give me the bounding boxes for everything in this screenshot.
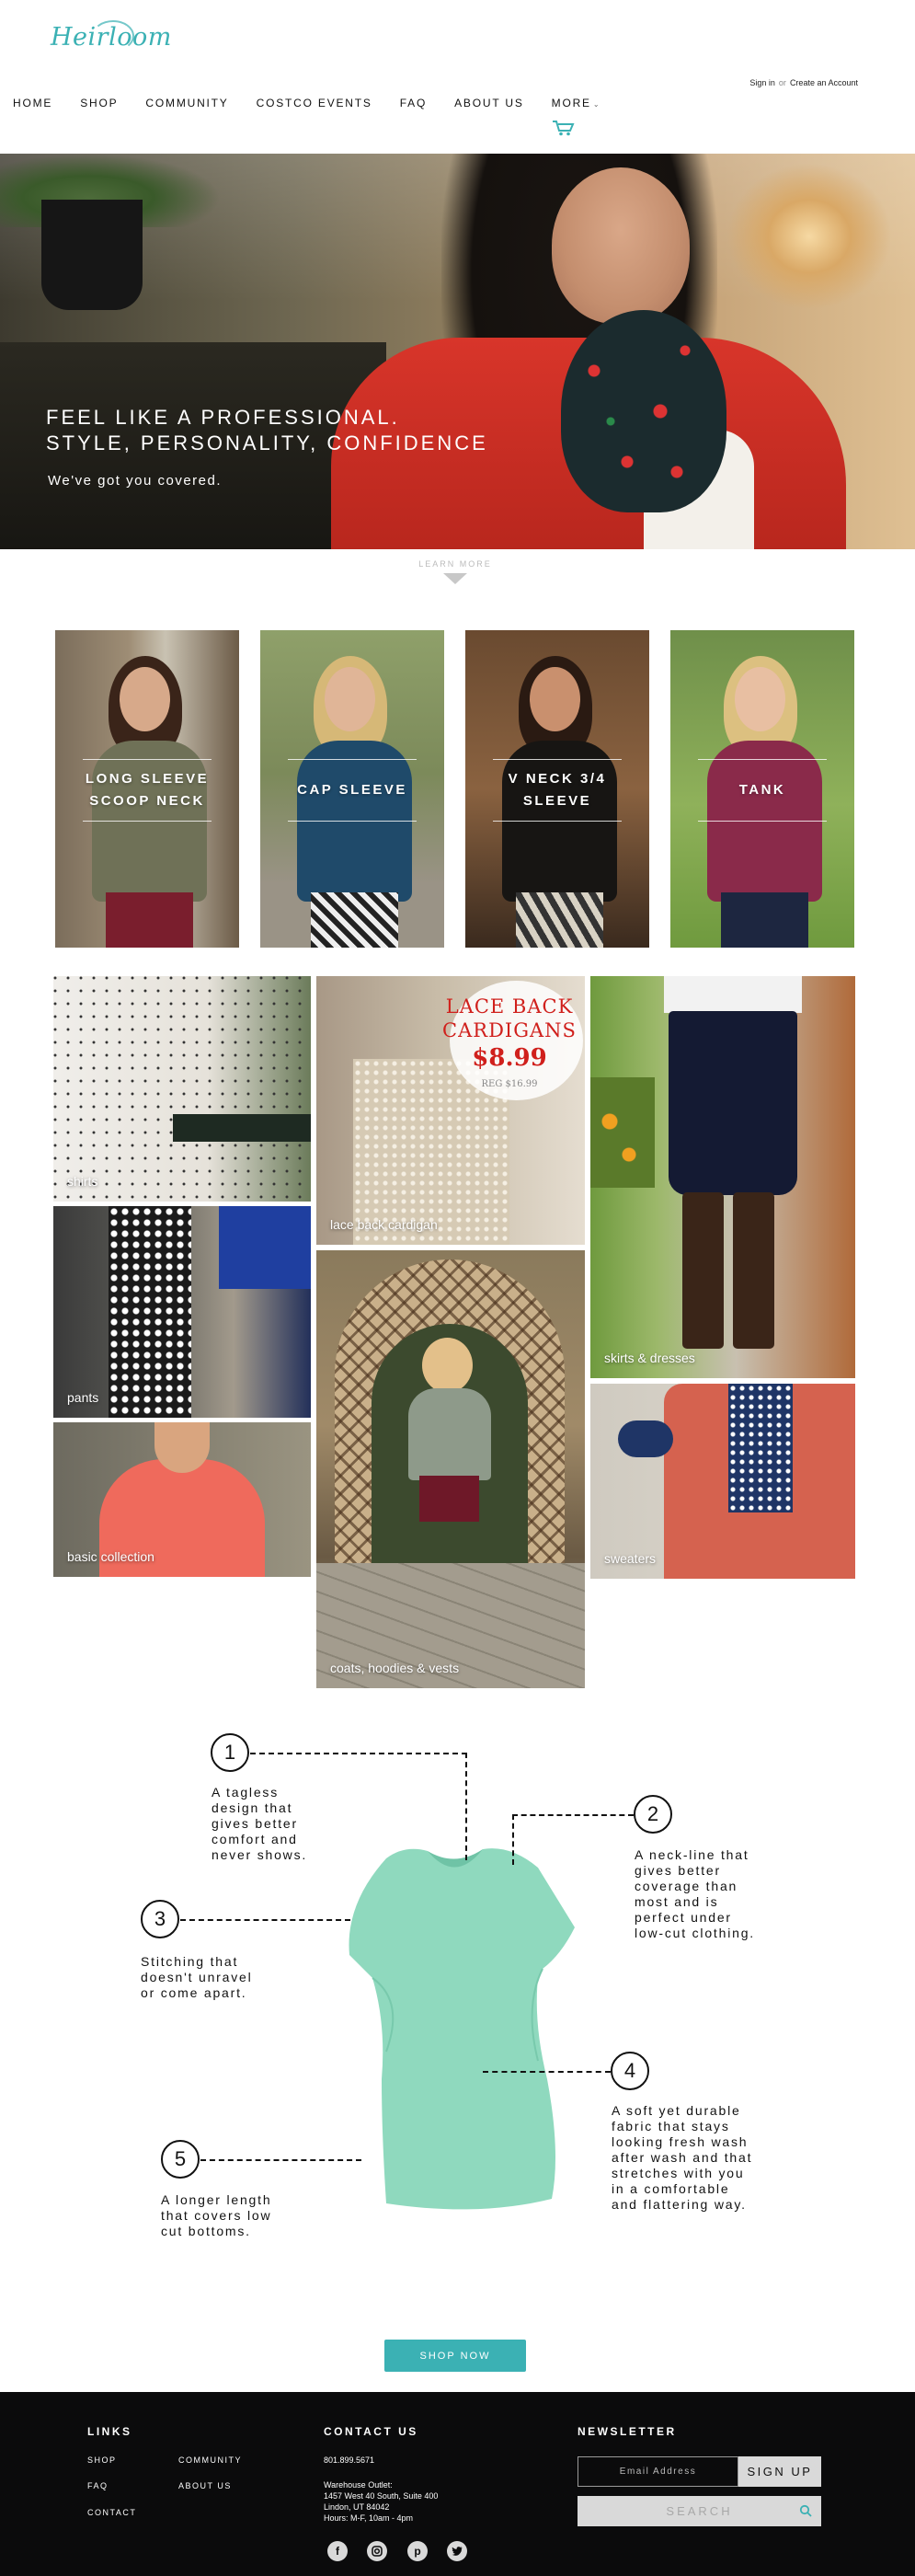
style-tile-tank[interactable]: TANK	[670, 630, 854, 948]
footer-links-heading: LINKS	[87, 2425, 132, 2438]
feature-text-3: Stitching that doesn't unravel or come a…	[141, 1954, 253, 2000]
footer-hours: Hours: M-F, 10am - 4pm	[324, 2513, 414, 2523]
newsletter-email-input[interactable]: Email Address	[578, 2456, 738, 2487]
main-nav: HOME SHOP COMMUNITY COSTCO EVENTS FAQ AB…	[13, 97, 628, 109]
sign-in-link[interactable]: Sign in	[749, 78, 775, 87]
category-label: pants	[67, 1390, 99, 1405]
facebook-icon[interactable]: f	[327, 2541, 348, 2561]
category-label: skirts & dresses	[604, 1351, 695, 1365]
feature-number-5: 5	[161, 2140, 200, 2179]
search-icon[interactable]	[799, 2504, 812, 2517]
category-coats-hoodies-vests[interactable]: coats, hoodies & vests	[316, 1250, 585, 1688]
category-basic-collection[interactable]: basic collection	[53, 1422, 311, 1577]
footer-link-about-us[interactable]: ABOUT US	[178, 2481, 232, 2490]
category-sweaters[interactable]: sweaters	[590, 1384, 855, 1579]
hero-subheadline: We've got you covered.	[48, 473, 223, 489]
instagram-icon[interactable]	[367, 2541, 387, 2561]
category-shirts[interactable]: shirts	[53, 976, 311, 1202]
nav-community[interactable]: COMMUNITY	[145, 97, 228, 109]
nav-about-us[interactable]: ABOUT US	[454, 97, 524, 109]
nav-costco-events[interactable]: COSTCO EVENTS	[257, 97, 372, 109]
plant-pot-image	[41, 200, 143, 310]
nav-more-label: MORE	[551, 97, 591, 109]
site-header: Heirloom Sign in or Create an Account HOME…	[0, 0, 915, 154]
style-tile-cap-sleeve[interactable]: CAP SLEEVE	[260, 630, 444, 948]
nav-shop[interactable]: SHOP	[80, 97, 118, 109]
feature-text-5: A longer length that covers low cut bott…	[161, 2192, 272, 2238]
promo-regular-price: REG $16.99	[481, 1079, 538, 1089]
feature-text-4: A soft yet durable fabric that stays loo…	[612, 2103, 753, 2212]
style-label: TANK	[738, 782, 786, 798]
footer-link-community[interactable]: COMMUNITY	[178, 2455, 242, 2465]
search-placeholder: SEARCH	[666, 2504, 733, 2518]
hero-headline-1: FEEL LIKE A PROFESSIONAL.	[46, 406, 400, 429]
down-arrow-icon[interactable]	[443, 573, 467, 584]
hero-headline-2: STYLE, PERSONALITY, CONFIDENCE	[46, 431, 488, 454]
feature-number-4: 4	[611, 2052, 649, 2090]
category-pants[interactable]: pants	[53, 1206, 311, 1418]
or-text: or	[778, 78, 786, 87]
shop-now-button[interactable]: SHOP NOW	[384, 2340, 526, 2372]
footer-link-faq[interactable]: FAQ	[87, 2481, 109, 2490]
pinterest-icon[interactable]: p	[407, 2541, 428, 2561]
cart-icon[interactable]	[552, 120, 576, 136]
footer-address-line: Lindon, UT 84042	[324, 2502, 390, 2512]
hero-banner: FEEL LIKE A PROFESSIONAL. STYLE, PERSONA…	[0, 154, 915, 549]
instagram-glyph	[372, 2546, 383, 2557]
twitter-glyph	[452, 2547, 463, 2556]
category-label: coats, hoodies & vests	[330, 1661, 460, 1675]
nav-home[interactable]: HOME	[13, 97, 52, 109]
feature-number-2: 2	[634, 1795, 672, 1834]
category-label: basic collection	[67, 1549, 154, 1564]
twitter-icon[interactable]	[447, 2541, 467, 2561]
category-label: shirts	[67, 1174, 98, 1189]
footer-search-input[interactable]: SEARCH	[578, 2496, 821, 2526]
model-scarf	[561, 310, 726, 512]
footer-newsletter-heading: NEWSLETTER	[578, 2425, 677, 2438]
style-label: CAP SLEEVE	[297, 782, 407, 798]
feature-number-1: 1	[211, 1733, 249, 1772]
footer-address-line: Warehouse Outlet:	[324, 2480, 393, 2490]
style-tile-long-sleeve[interactable]: LONG SLEEVE SCOOP NECK	[55, 630, 239, 948]
category-skirts-dresses[interactable]: skirts & dresses	[590, 976, 855, 1378]
lamp-image	[726, 163, 892, 310]
footer-phone[interactable]: 801.899.5671	[324, 2455, 374, 2466]
footer-address-line: 1457 West 40 South, Suite 400	[324, 2491, 439, 2501]
style-tile-v-neck[interactable]: V NECK 3/4 SLEEVE	[465, 630, 649, 948]
feature-shirt-image	[349, 1848, 575, 2210]
style-label: V NECK 3/4 SLEEVE	[508, 771, 607, 809]
model-face	[552, 167, 690, 324]
style-label: LONG SLEEVE SCOOP NECK	[85, 771, 210, 809]
learn-more-link[interactable]: LEARN MORE	[405, 559, 506, 569]
promo-price: $8.99	[472, 1044, 547, 1072]
category-label: lace back cardigan	[330, 1217, 438, 1232]
nav-more[interactable]: MORE ⌄	[552, 97, 601, 109]
account-links: Sign in or Create an Account	[749, 78, 858, 87]
sign-up-button[interactable]: SIGN UP	[738, 2456, 821, 2487]
footer-contact-heading: CONTACT US	[324, 2425, 418, 2438]
footer-link-contact[interactable]: CONTACT	[87, 2508, 136, 2517]
site-footer: LINKS SHOP COMMUNITY FAQ ABOUT US CONTAC…	[0, 2392, 915, 2576]
chevron-down-icon: ⌄	[592, 100, 601, 109]
promo-title: LACE BACK CARDIGANS	[442, 995, 577, 1041]
footer-link-shop[interactable]: SHOP	[87, 2455, 117, 2465]
nav-faq[interactable]: FAQ	[400, 97, 427, 109]
create-account-link[interactable]: Create an Account	[790, 78, 858, 87]
feature-number-3: 3	[141, 1900, 179, 1938]
feature-text-1: A tagless design that gives better comfo…	[212, 1785, 308, 1862]
logo-swash-icon	[92, 20, 134, 52]
category-lace-back-cardigan[interactable]: LACE BACK CARDIGANS $8.99 REG $16.99 lac…	[316, 976, 585, 1245]
category-label: sweaters	[604, 1551, 657, 1566]
feature-text-2: A neck-line that gives better coverage t…	[635, 1847, 755, 1940]
